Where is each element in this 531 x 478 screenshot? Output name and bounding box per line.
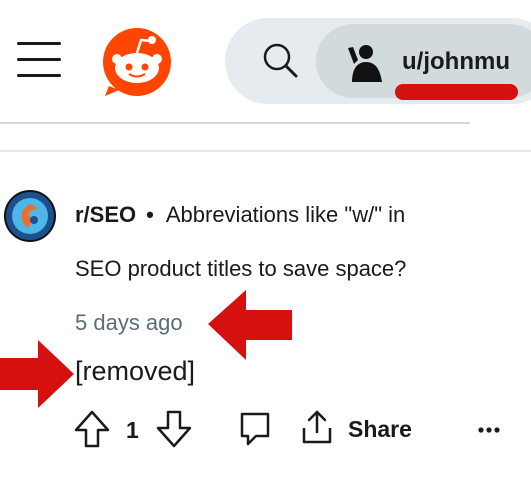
post-timestamp: 5 days ago bbox=[75, 310, 183, 335]
more-options-icon[interactable] bbox=[476, 420, 502, 440]
post-body-removed: [removed] bbox=[75, 356, 196, 386]
reddit-logo-icon[interactable] bbox=[101, 26, 173, 98]
user-avatar-icon bbox=[348, 45, 382, 82]
annotation-arrow-right-icon bbox=[0, 340, 74, 408]
annotation-arrow-left-icon bbox=[208, 290, 292, 360]
subreddit-avatar-icon[interactable] bbox=[4, 190, 56, 242]
post-title-line2[interactable]: SEO product titles to save space? bbox=[75, 256, 406, 282]
hamburger-menu-icon[interactable] bbox=[17, 40, 61, 80]
username[interactable]: u/johnmu bbox=[402, 48, 510, 76]
post-header: r/SEO • Abbreviations like "w/" in bbox=[75, 202, 405, 228]
post-title-line1[interactable]: Abbreviations like "w/" in bbox=[166, 202, 405, 227]
annotation-underline bbox=[395, 84, 518, 100]
upvote-arrow-icon[interactable] bbox=[74, 410, 110, 448]
share-button-label[interactable]: Share bbox=[348, 416, 412, 443]
vote-count: 1 bbox=[126, 417, 139, 443]
comment-bubble-icon[interactable] bbox=[238, 410, 272, 448]
subreddit-name[interactable]: r/SEO bbox=[75, 202, 136, 227]
divider bbox=[0, 150, 531, 152]
separator-dot: • bbox=[146, 202, 154, 227]
share-icon[interactable] bbox=[300, 408, 334, 446]
search-icon[interactable] bbox=[260, 40, 300, 80]
divider bbox=[0, 122, 470, 124]
downvote-arrow-icon[interactable] bbox=[156, 410, 192, 448]
